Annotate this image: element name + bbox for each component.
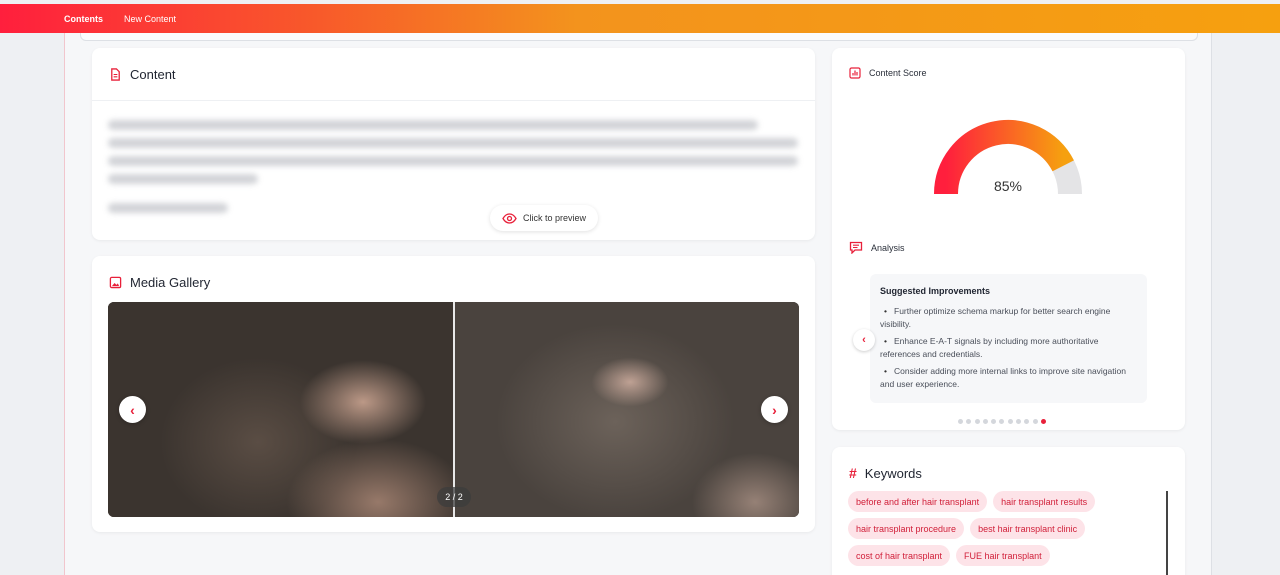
- content-score-card: Content Score 85% Analysis Suggested Imp…: [832, 48, 1185, 430]
- pagination-dot[interactable]: [999, 419, 1005, 424]
- content-score-title-text: Content Score: [869, 68, 927, 78]
- analysis-title-text: Analysis: [871, 242, 905, 253]
- media-gallery-title-text: Media Gallery: [130, 275, 211, 290]
- page-header-edge: [80, 33, 1198, 41]
- gallery-next-button[interactable]: ›: [761, 396, 788, 423]
- preview-label: Click to preview: [523, 213, 587, 223]
- keyword-tag[interactable]: cost of hair transplant: [848, 545, 951, 566]
- keyword-tag[interactable]: best hair transplant clinic: [970, 518, 1086, 539]
- content-card-title: Content: [109, 67, 176, 82]
- analysis-prev-button[interactable]: ‹: [853, 329, 875, 351]
- media-gallery-title: Media Gallery: [109, 275, 210, 290]
- after-photo: [455, 302, 799, 517]
- pagination-dot[interactable]: [991, 419, 997, 424]
- keyword-row: cost of hair transplant FUE hair transpl…: [848, 545, 1158, 566]
- pagination-dot[interactable]: [982, 419, 988, 424]
- analysis-heading: Suggested Improvements: [880, 286, 991, 296]
- before-photo: [108, 302, 453, 517]
- nav-tab-new-content[interactable]: New Content: [124, 14, 176, 24]
- bar-chart-icon: [849, 67, 861, 79]
- nav-tab-contents[interactable]: Contents: [64, 14, 103, 24]
- document-icon: [111, 68, 120, 81]
- gallery-prev-button[interactable]: ‹: [119, 396, 146, 423]
- list-item: • Further optimize schema markup for bett…: [880, 306, 1111, 329]
- image-icon: [109, 276, 122, 289]
- analysis-panel: Suggested Improvements • Further optimize…: [870, 274, 1147, 403]
- list-item: • Consider adding more internal links to …: [880, 366, 1126, 389]
- keyword-row: before and after hair transplant hair tr…: [848, 491, 1158, 512]
- media-gallery-card: Media Gallery ‹ › 2 / 2: [92, 256, 815, 532]
- pagination-dot[interactable]: [1040, 419, 1046, 424]
- keywords-card: # Keywords before and after hair transpl…: [832, 447, 1185, 575]
- click-to-preview-button[interactable]: Click to preview: [490, 205, 599, 231]
- pagination-dot[interactable]: [1024, 419, 1030, 424]
- content-card: Content Click to preview: [92, 48, 815, 240]
- keyword-tag[interactable]: before and after hair transplant: [848, 491, 988, 512]
- analysis-pagination: [958, 419, 1049, 424]
- comment-icon: [849, 241, 863, 254]
- eye-icon: [502, 212, 517, 224]
- pagination-dot[interactable]: [974, 419, 980, 424]
- score-value: 85%: [993, 178, 1023, 194]
- right-gutter: [1212, 33, 1280, 575]
- left-gutter: [0, 33, 64, 575]
- keywords-scrollbar[interactable]: [1166, 491, 1168, 575]
- pagination-dot[interactable]: [1032, 419, 1038, 424]
- keyword-tag[interactable]: hair transplant procedure: [848, 518, 965, 539]
- keyword-tag[interactable]: FUE hair transplant: [956, 545, 1050, 566]
- keyword-tags: before and after hair transplant hair tr…: [848, 491, 1158, 572]
- improvements-list: • Further optimize schema markup for bett…: [880, 305, 1137, 391]
- top-navigation-bar: Contents New Content: [0, 4, 1280, 33]
- keyword-row: hair transplant procedure best hair tran…: [848, 518, 1158, 539]
- pagination-dot[interactable]: [966, 419, 972, 424]
- pagination-dot[interactable]: [1007, 419, 1013, 424]
- content-card-divider: [92, 100, 815, 101]
- content-score-title: Content Score: [849, 67, 927, 79]
- list-item: • Enhance E-A-T signals by including more…: [880, 336, 1099, 359]
- analysis-title: Analysis: [849, 241, 905, 254]
- image-carousel[interactable]: ‹ › 2 / 2: [108, 302, 799, 517]
- pagination-dot[interactable]: [958, 419, 963, 424]
- keywords-title: # Keywords: [849, 465, 922, 481]
- content-title-text: Content: [130, 67, 176, 82]
- keywords-title-text: Keywords: [864, 465, 922, 481]
- gallery-counter: 2 / 2: [437, 487, 471, 507]
- hash-icon: #: [849, 465, 857, 481]
- keyword-tag[interactable]: hair transplant results: [993, 491, 1096, 512]
- pagination-dot[interactable]: [1016, 419, 1022, 424]
